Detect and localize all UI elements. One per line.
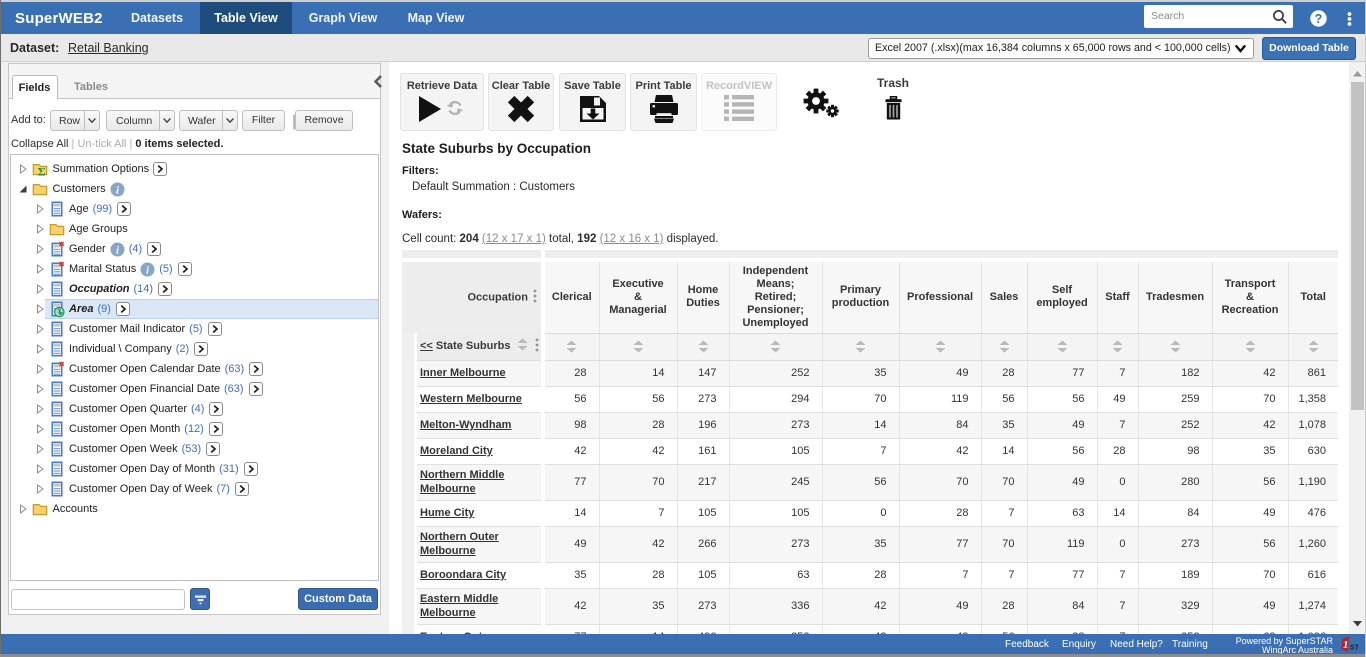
svg-text:1: 1 <box>1343 639 1349 651</box>
svg-text:Σ: Σ <box>38 165 46 177</box>
svg-text:ST: ST <box>1350 643 1359 652</box>
svg-text:?: ? <box>1315 12 1323 26</box>
